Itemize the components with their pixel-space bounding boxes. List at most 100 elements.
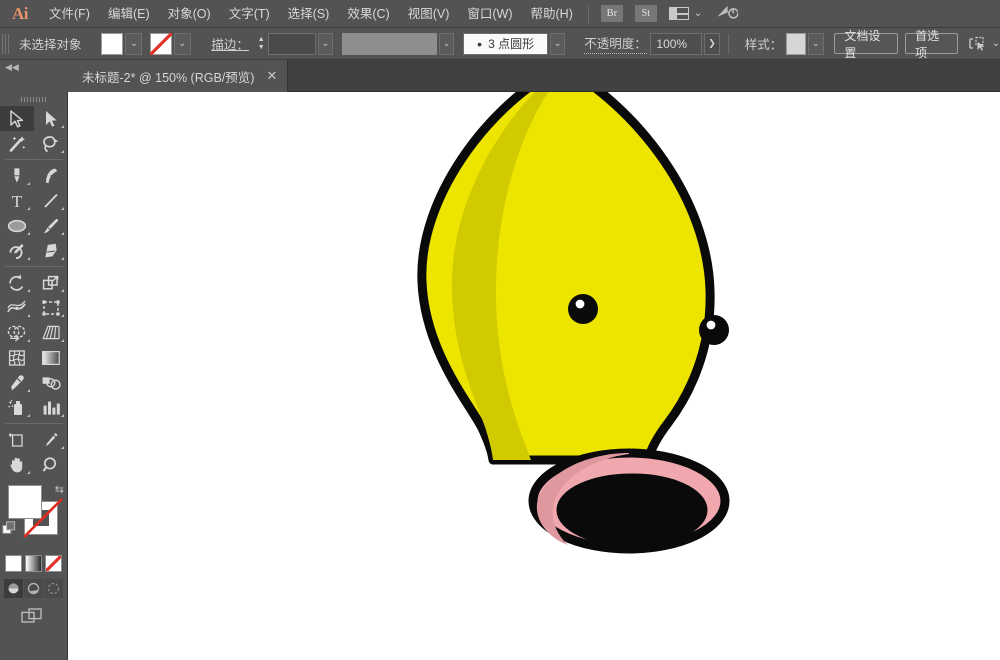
tool-shaper[interactable]	[0, 238, 34, 263]
stroke-color-control[interactable]: ⌄	[150, 33, 191, 55]
scale-icon	[41, 274, 61, 292]
bridge-button[interactable]: Br	[601, 5, 623, 22]
color-mode-none[interactable]	[45, 555, 62, 572]
tool-free-transform[interactable]	[34, 295, 68, 320]
column-graph-icon	[41, 399, 61, 417]
select-similar-chevron-icon[interactable]: ⌄	[992, 38, 1000, 49]
stepper-up-icon[interactable]: ▲	[258, 36, 265, 44]
tool-eraser[interactable]	[34, 238, 68, 263]
draw-normal[interactable]	[4, 579, 23, 598]
tool-group-corner	[27, 389, 30, 392]
tool-group-corner	[27, 339, 30, 342]
tools-panel-handle[interactable]	[0, 92, 67, 106]
brush-definition-chevron-icon[interactable]: ⌄	[550, 33, 566, 55]
bulb-group	[422, 92, 710, 460]
tool-column-graph[interactable]	[34, 395, 68, 420]
brush-definition-field[interactable]: • 3 点圆形	[463, 33, 547, 55]
tool-eyedropper[interactable]	[0, 370, 34, 395]
menu-view[interactable]: 视图(V)	[399, 0, 459, 28]
preferences-button[interactable]: 首选项	[905, 33, 958, 54]
tool-magic-wand[interactable]	[0, 131, 34, 156]
tool-artboard[interactable]	[0, 427, 34, 452]
panel-collapse-button[interactable]: ◀◀	[0, 60, 68, 92]
document-tab[interactable]: 未标题-2* @ 150% (RGB/预览) ✕	[68, 60, 288, 92]
svg-text:T: T	[12, 192, 23, 210]
tool-type[interactable]: T	[0, 188, 34, 213]
menu-object[interactable]: 对象(O)	[159, 0, 220, 28]
tool-paintbrush[interactable]	[34, 213, 68, 238]
graphic-style-swatch[interactable]	[786, 33, 806, 55]
style-chevron-icon[interactable]: ⌄	[808, 33, 824, 55]
stroke-swatch[interactable]	[150, 33, 172, 55]
tool-selection[interactable]	[0, 106, 34, 131]
fill-dropdown-chevron-icon[interactable]: ⌄	[125, 33, 142, 55]
menu-effect[interactable]: 效果(C)	[338, 0, 398, 28]
app-logo: Ai	[0, 0, 40, 28]
stroke-dropdown-chevron-icon[interactable]: ⌄	[174, 33, 191, 55]
tool-slice[interactable]	[34, 427, 68, 452]
opacity-field[interactable]: 100%	[650, 33, 702, 55]
stock-button[interactable]: St	[635, 5, 657, 22]
lightbulb-character-artwork[interactable]	[68, 92, 1000, 660]
color-mode-solid[interactable]	[5, 555, 22, 572]
perspective-grid-icon	[40, 324, 62, 342]
menu-select[interactable]: 选择(S)	[279, 0, 339, 28]
stroke-profile-field[interactable]	[342, 33, 437, 55]
stepper-down-icon[interactable]: ▼	[258, 44, 265, 52]
fill-color-box[interactable]	[8, 485, 42, 519]
tool-line-segment[interactable]	[34, 188, 68, 213]
style-label: 样式：	[745, 34, 783, 53]
default-fill-stroke-icon[interactable]	[2, 521, 16, 535]
shape-builder-icon	[6, 324, 28, 342]
menu-type[interactable]: 文字(T)	[220, 0, 279, 28]
close-icon[interactable]: ✕	[266, 68, 277, 84]
select-similar-objects-icon	[969, 36, 987, 52]
tool-blend[interactable]	[34, 370, 68, 395]
tool-ellipse[interactable]	[0, 213, 34, 238]
tool-group-corner	[27, 207, 30, 210]
select-similar-objects-button[interactable]: ⌄	[969, 36, 1000, 52]
menu-edit[interactable]: 编辑(E)	[99, 0, 159, 28]
control-bar-grip[interactable]	[2, 34, 11, 54]
document-setup-button[interactable]: 文档设置	[834, 33, 897, 54]
fill-color-control[interactable]: ⌄	[101, 33, 142, 55]
tool-symbol-sprayer[interactable]	[0, 395, 34, 420]
creative-cloud-icon[interactable]	[715, 2, 740, 26]
tool-perspective-grid[interactable]	[34, 320, 68, 345]
tool-pen[interactable]	[0, 163, 34, 188]
tool-gradient[interactable]	[34, 345, 68, 370]
tool-scale[interactable]	[34, 270, 68, 295]
tool-width[interactable]	[0, 295, 34, 320]
menu-help[interactable]: 帮助(H)	[522, 0, 582, 28]
document-tab-title: 未标题-2* @ 150% (RGB/预览)	[82, 67, 254, 86]
tool-rotate[interactable]	[0, 270, 34, 295]
fill-swatch[interactable]	[101, 33, 123, 55]
opacity-expand-icon[interactable]: ❯	[704, 33, 720, 55]
draw-behind[interactable]	[24, 579, 43, 598]
tool-direct-selection[interactable]	[34, 106, 68, 131]
tool-group-corner	[27, 257, 30, 260]
swap-fill-stroke-icon[interactable]: ⇆	[55, 483, 64, 496]
draw-inside[interactable]	[44, 579, 63, 598]
arrange-documents-button[interactable]: ⌄	[669, 7, 702, 20]
artboard-canvas[interactable]: / 网 n.com	[68, 92, 1000, 660]
color-mode-gradient[interactable]	[25, 555, 42, 572]
tool-curvature[interactable]	[34, 163, 68, 188]
tool-zoom[interactable]	[34, 452, 68, 477]
stroke-weight-chevron-icon[interactable]: ⌄	[318, 33, 334, 55]
color-mode-row	[0, 555, 67, 572]
mesh-icon	[7, 349, 27, 367]
collapse-arrows-icon: ◀◀	[5, 62, 19, 72]
stroke-weight-label: 描边：	[211, 34, 249, 53]
tool-shape-builder[interactable]	[0, 320, 34, 345]
stroke-profile-chevron-icon[interactable]: ⌄	[439, 33, 455, 55]
change-screen-mode-icon[interactable]	[21, 606, 47, 626]
stroke-weight-stepper[interactable]: ▲ ▼	[255, 33, 268, 55]
stroke-weight-field[interactable]	[268, 33, 316, 55]
menu-window[interactable]: 窗口(W)	[458, 0, 521, 28]
tool-group-corner	[27, 414, 30, 417]
tool-hand[interactable]	[0, 452, 34, 477]
tool-lasso[interactable]	[34, 131, 68, 156]
tool-mesh[interactable]	[0, 345, 34, 370]
menu-file[interactable]: 文件(F)	[40, 0, 99, 28]
